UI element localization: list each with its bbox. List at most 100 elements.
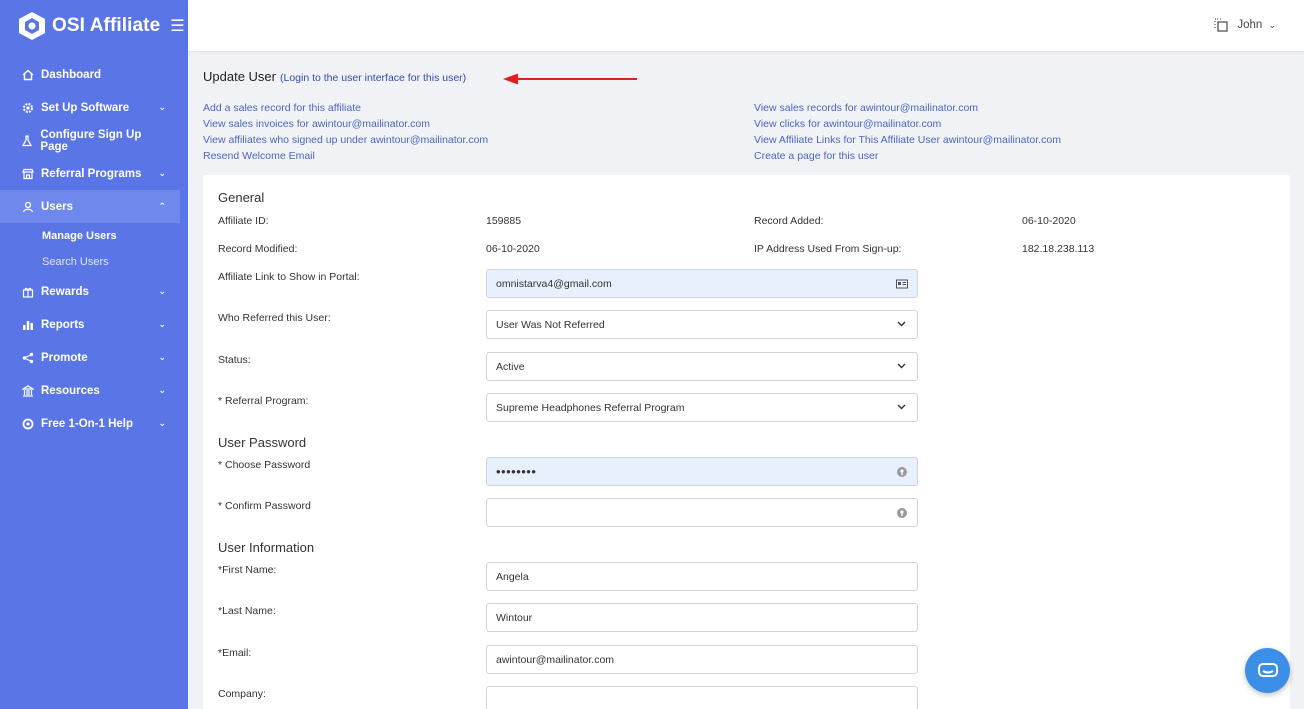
sidebar-nav: Dashboard Set Up Software ⌄ Configure Si…	[0, 58, 188, 440]
sidebar-item-referral-programs[interactable]: Referral Programs ⌄	[0, 157, 188, 190]
contact-card-icon	[896, 279, 908, 289]
top-bar: John ⌄	[188, 0, 1304, 52]
choose-password-value: ••••••••	[496, 464, 537, 479]
email-label: *Email:	[218, 647, 252, 659]
status-select[interactable]: Active	[486, 352, 918, 381]
update-user-form: General Affiliate ID: 159885 Record Adde…	[203, 175, 1290, 709]
record-modified-value: 06-10-2020	[486, 243, 540, 255]
chat-widget-button[interactable]	[1245, 648, 1290, 693]
sidebar-item-label: Free 1-On-1 Help	[41, 417, 134, 430]
first-name-value: Angela	[496, 570, 529, 583]
confirm-password-field[interactable]	[486, 498, 918, 527]
red-arrow-annotation	[503, 73, 637, 85]
view-clicks-link[interactable]: View clicks for awintour@mailinator.com	[754, 116, 1061, 132]
brand: OSI Affiliate ☰	[0, 0, 188, 52]
login-as-user-link[interactable]: (Login to the user interface for this us…	[280, 72, 466, 84]
email-value: awintour@mailinator.com	[496, 653, 615, 666]
referral-program-select[interactable]: Supreme Headphones Referral Program	[486, 393, 918, 422]
first-name-field[interactable]: Angela	[486, 562, 918, 591]
chevron-down-icon: ⌄	[158, 102, 166, 112]
osi-logo-icon	[19, 12, 45, 40]
sidebar-item-resources[interactable]: Resources ⌄	[0, 374, 188, 407]
status-value: Active	[496, 360, 525, 373]
first-name-label: *First Name:	[218, 564, 277, 576]
sidebar-item-rewards[interactable]: Rewards ⌄	[0, 275, 188, 308]
affiliate-id-label: Affiliate ID:	[218, 215, 269, 227]
sidebar-item-label: Configure Sign Up Page	[40, 128, 142, 153]
password-manager-icon	[897, 467, 907, 477]
lifebuoy-icon	[21, 417, 34, 430]
section-title-password: User Password	[218, 435, 307, 450]
bar-chart-icon	[21, 318, 34, 331]
company-field[interactable]	[486, 686, 918, 709]
flask-icon	[21, 134, 33, 147]
sidebar-item-free-help[interactable]: Free 1-On-1 Help ⌄	[0, 407, 188, 440]
page-title-row: Update User (Login to the user interface…	[203, 69, 466, 84]
chevron-down-icon: ⌄	[158, 286, 166, 296]
user-links-left: Add a sales record for this affiliate Vi…	[203, 100, 488, 164]
record-modified-label: Record Modified:	[218, 243, 298, 255]
who-referred-value: User Was Not Referred	[496, 318, 605, 331]
bank-icon	[21, 384, 34, 397]
chevron-down-icon	[897, 363, 906, 369]
chevron-down-icon: ⌄	[158, 352, 166, 362]
who-referred-label: Who Referred this User:	[218, 312, 331, 324]
sidebar-item-promote[interactable]: Promote ⌄	[0, 341, 188, 374]
view-sales-invoices-link[interactable]: View sales invoices for awintour@mailina…	[203, 116, 488, 132]
sidebar-item-users[interactable]: Users ⌃	[0, 190, 180, 223]
sidebar-item-configure-sign-up-page[interactable]: Configure Sign Up Page	[0, 124, 188, 157]
choose-password-field[interactable]: ••••••••	[486, 457, 918, 486]
view-affiliate-links-link[interactable]: View Affiliate Links for This Affiliate …	[754, 132, 1061, 148]
add-sales-record-link[interactable]: Add a sales record for this affiliate	[203, 100, 488, 116]
resend-welcome-email-link[interactable]: Resend Welcome Email	[203, 148, 488, 164]
gear-icon	[21, 101, 34, 114]
home-icon	[21, 68, 34, 81]
chat-bubble-icon	[1257, 662, 1278, 677]
sidebar-item-reports[interactable]: Reports ⌄	[0, 308, 188, 341]
switch-window-icon[interactable]	[1213, 17, 1229, 33]
ip-address-label: IP Address Used From Sign-up:	[754, 243, 902, 255]
chevron-down-icon: ⌄	[158, 168, 166, 178]
company-label: Company:	[218, 688, 266, 700]
sidebar-item-label: Referral Programs	[41, 167, 142, 180]
affiliate-link-field[interactable]: omnistarva4@gmail.com	[486, 269, 918, 298]
chevron-down-icon	[897, 404, 906, 410]
user-icon	[21, 200, 34, 213]
chevron-down-icon: ⌄	[158, 385, 166, 395]
ip-address-value: 182.18.238.113	[1022, 243, 1095, 255]
hamburger-menu-icon[interactable]: ☰	[170, 16, 184, 36]
sidebar-item-set-up-software[interactable]: Set Up Software ⌄	[0, 91, 188, 124]
email-field[interactable]: awintour@mailinator.com	[486, 645, 918, 674]
chevron-up-icon: ⌃	[158, 201, 166, 211]
record-added-label: Record Added:	[754, 215, 824, 227]
sidebar-item-label: Dashboard	[41, 68, 102, 81]
sidebar-subitem-search-users[interactable]: Search Users	[0, 249, 188, 275]
password-manager-icon	[897, 508, 907, 518]
main-content: Update User (Login to the user interface…	[203, 52, 1304, 709]
user-menu[interactable]: John ⌄	[1237, 19, 1276, 31]
confirm-password-label: * Confirm Password	[218, 500, 311, 512]
store-icon	[21, 167, 34, 180]
section-title-user-information: User Information	[218, 540, 315, 555]
chevron-down-icon	[897, 321, 906, 327]
last-name-field[interactable]: Wintour	[486, 603, 918, 632]
who-referred-select[interactable]: User Was Not Referred	[486, 310, 918, 339]
status-label: Status:	[218, 354, 251, 366]
view-affiliates-signed-up-link[interactable]: View affiliates who signed up under awin…	[203, 132, 488, 148]
chevron-down-icon: ⌄	[1268, 20, 1276, 30]
affiliate-id-value: 159885	[486, 215, 522, 227]
brand-name: OSI Affiliate	[52, 15, 161, 36]
sidebar-item-label: Resources	[41, 384, 100, 397]
create-page-link[interactable]: Create a page for this user	[754, 148, 1061, 164]
sidebar-item-label: Set Up Software	[41, 101, 130, 114]
sidebar-subitem-manage-users[interactable]: Manage Users	[0, 223, 188, 249]
last-name-value: Wintour	[496, 611, 533, 624]
user-name: John	[1237, 19, 1263, 31]
view-sales-records-link[interactable]: View sales records for awintour@mailinat…	[754, 100, 1061, 116]
section-title-general: General	[218, 190, 265, 205]
sidebar-item-dashboard[interactable]: Dashboard	[0, 58, 188, 91]
share-icon	[21, 351, 34, 364]
sidebar-item-label: Users	[41, 200, 73, 213]
referral-program-value: Supreme Headphones Referral Program	[496, 401, 685, 414]
sidebar-item-label: Reports	[41, 318, 85, 331]
